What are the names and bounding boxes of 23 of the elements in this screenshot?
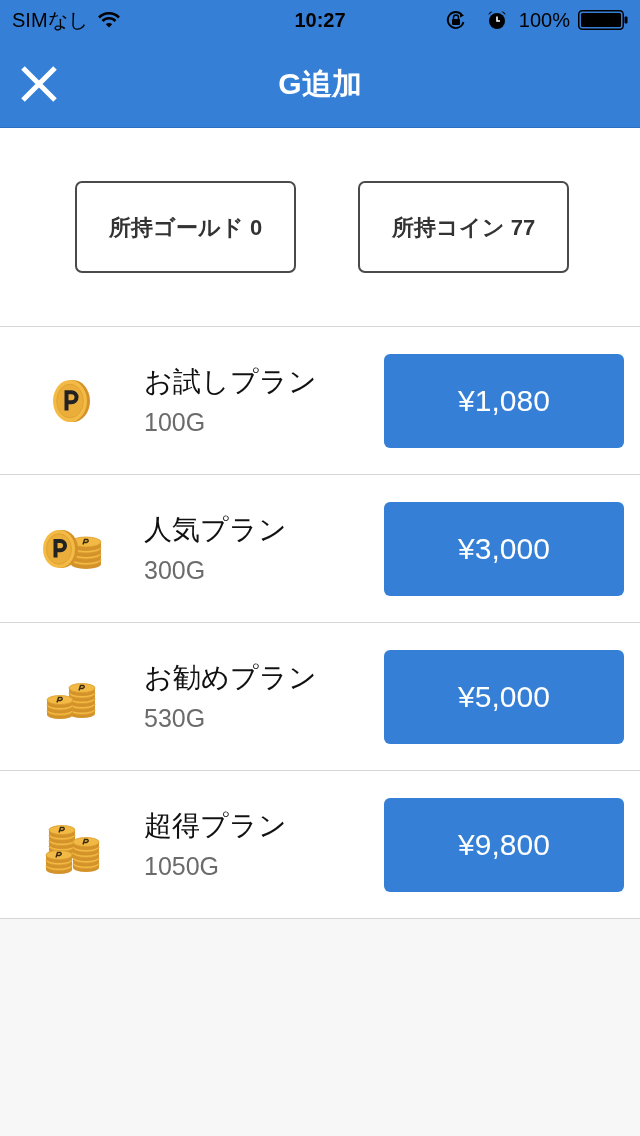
- clock-time: 10:27: [294, 8, 346, 33]
- plan-name: 超得プラン: [144, 808, 288, 843]
- battery-percentage: 100%: [518, 8, 570, 33]
- balance-card: 所持コイン 77: [358, 181, 569, 273]
- plan-amount: 300G: [144, 554, 207, 585]
- plan-name: お勧めプラン: [144, 660, 318, 695]
- balance-card: 所持ゴールド 0: [75, 181, 296, 273]
- close-icon: [20, 64, 58, 103]
- plan-name: お試しプラン: [144, 364, 318, 399]
- alarm-clock-icon: [486, 10, 507, 30]
- plan-name: 人気プラン: [144, 512, 288, 547]
- price-button[interactable]: ¥9,800: [384, 797, 624, 892]
- plan-amount: 530G: [144, 702, 207, 733]
- price-button[interactable]: ¥3,000: [384, 501, 624, 596]
- price-button[interactable]: ¥1,080: [384, 353, 624, 448]
- plan-amount: 1050G: [144, 850, 221, 881]
- price-button[interactable]: ¥5,000: [384, 649, 624, 744]
- battery-icon: [578, 10, 628, 30]
- rotation-lock-icon: [444, 9, 467, 31]
- carrier-label: SIMなし: [12, 8, 88, 33]
- plan-amount: 100G: [144, 406, 207, 437]
- page-title: G追加: [278, 66, 362, 102]
- wifi-icon: [97, 12, 120, 28]
